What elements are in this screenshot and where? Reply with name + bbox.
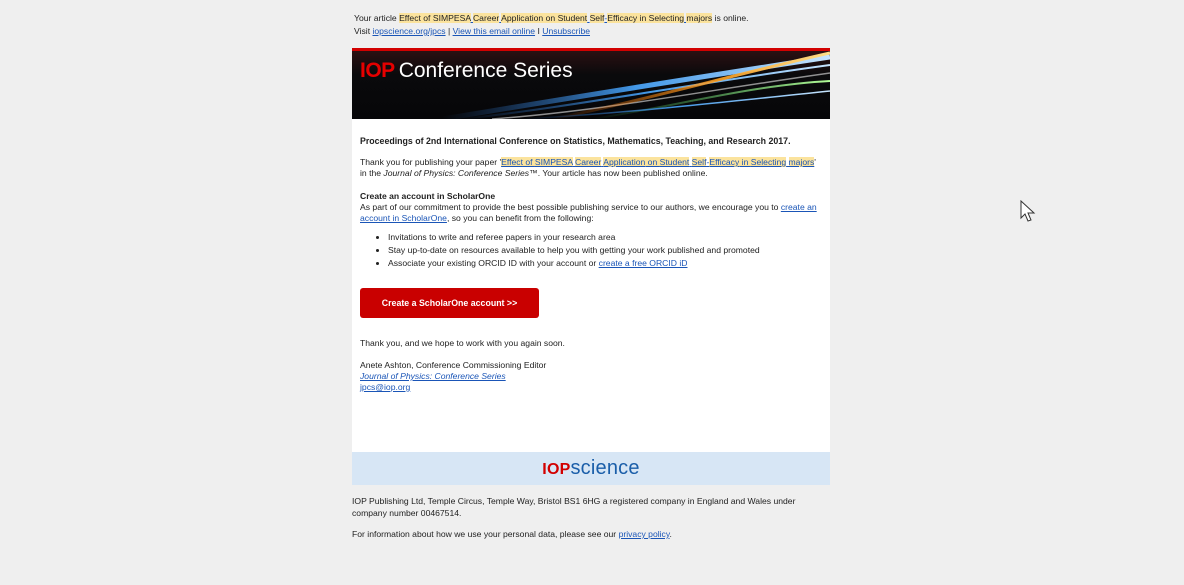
banner-title: IOP Conference Series — [360, 59, 573, 83]
visit-label: Visit — [354, 26, 373, 36]
highlighted-title-word[interactable]: Efficacy — [709, 157, 740, 167]
highlighted-title-word: majors — [686, 13, 713, 23]
list-item: Associate your existing ORCID ID with yo… — [388, 258, 822, 269]
highlighted-title-word: Application — [501, 13, 544, 23]
signature-name: Anete Ashton, Conference Commissioning E… — [360, 360, 547, 370]
highlighted-title-word[interactable]: majors — [788, 157, 815, 167]
highlighted-title-word[interactable]: Self — [691, 157, 707, 167]
closing-text: Thank you, and we hope to work with you … — [360, 338, 565, 348]
highlighted-title-word: Effect — [399, 13, 421, 23]
section-text-prefix: As part of our commitment to provide the… — [360, 202, 781, 212]
mouse-pointer-icon — [1020, 200, 1036, 222]
scholarone-section-text: As part of our commitment to provide the… — [360, 202, 822, 224]
create-scholarone-account-button[interactable]: Create a ScholarOne account >> — [360, 288, 539, 318]
highlighted-title-word[interactable]: Application — [603, 157, 646, 167]
email-preheader: Your article Effect of SIMPESA Career Ap… — [352, 0, 830, 48]
orcid-item-text: Associate your existing ORCID ID with yo… — [388, 258, 599, 268]
publication-message: Thank you for publishing your paper 'Eff… — [360, 157, 822, 179]
signature-block: Anete Ashton, Conference Commissioning E… — [360, 360, 822, 393]
link-separator: | — [445, 26, 453, 36]
email-viewer-page: Your article Effect of SIMPESA Career Ap… — [0, 0, 1184, 585]
create-orcid-link[interactable]: create a free ORCID iD — [599, 258, 688, 268]
highlighted-title-word: on — [543, 13, 558, 23]
iop-logo-text: IOP — [360, 59, 395, 82]
highlighted-title-word[interactable]: Effect — [501, 157, 523, 167]
preheader-suffix: is online. — [712, 13, 749, 23]
highlighted-title-word[interactable]: Selecting — [750, 157, 787, 167]
highlighted-title-word[interactable]: of — [522, 157, 535, 167]
view-online-link[interactable]: View this email online — [453, 26, 535, 36]
email-content: Proceedings of 2nd International Confere… — [352, 119, 830, 452]
privacy-policy-link[interactable]: privacy policy — [619, 529, 670, 539]
iop-logo-rest: science — [570, 457, 640, 479]
highlighted-title-word[interactable]: Student — [659, 157, 690, 167]
privacy-notice: For information about how we use your pe… — [352, 528, 830, 540]
iopscience-journal-link[interactable]: iopscience.org/jpcs — [372, 26, 445, 36]
highlighted-title-word[interactable]: in — [739, 157, 751, 167]
highlighted-title-word: SIMPESA — [432, 13, 471, 23]
email-footer: IOP Publishing Ltd, Temple Circus, Templ… — [352, 485, 830, 540]
highlighted-title-word: Efficacy — [607, 13, 638, 23]
highlighted-title-word[interactable]: Career — [575, 157, 602, 167]
highlighted-title-word: Self — [589, 13, 605, 23]
highlighted-title-word: in — [637, 13, 649, 23]
thanks-suffix: ™. Your article has now been published o… — [529, 168, 708, 178]
highlighted-title-word: Selecting — [648, 13, 685, 23]
highlighted-title-word: Student — [557, 13, 588, 23]
list-item: Invitations to write and referee papers … — [388, 232, 822, 243]
iopscience-footer-band: IOPscience — [352, 452, 830, 485]
benefits-list: Invitations to write and referee papers … — [360, 232, 822, 269]
editor-email-link[interactable]: jpcs@iop.org — [360, 382, 410, 392]
company-info: IOP Publishing Ltd, Temple Circus, Templ… — [352, 496, 796, 518]
proceedings-heading: Proceedings of 2nd International Confere… — [360, 136, 791, 146]
conference-series-banner: IOP Conference Series — [352, 48, 830, 119]
preheader-prefix: Your article — [354, 13, 400, 23]
iopscience-logo[interactable]: IOPscience — [542, 457, 639, 479]
highlighted-title-word[interactable]: on — [645, 157, 660, 167]
highlighted-title-word[interactable]: SIMPESA — [534, 157, 573, 167]
preheader-line1: Your article Effect of SIMPESA Career Ap… — [354, 12, 830, 25]
journal-name: Journal of Physics: Conference Series — [383, 168, 530, 178]
email-body: Your article Effect of SIMPESA Career Ap… — [352, 0, 830, 549]
preheader-article-title: Effect of SIMPESA Career Application on … — [399, 13, 713, 23]
preheader-line2: Visit iopscience.org/jpcs | View this em… — [354, 25, 830, 38]
highlighted-title-word: Career — [472, 13, 500, 23]
highlighted-title-word: of — [420, 13, 433, 23]
scholarone-section-title: Create an account in ScholarOne — [360, 191, 496, 201]
thanks-prefix: Thank you for publishing your paper ' — [360, 157, 502, 167]
unsubscribe-link[interactable]: Unsubscribe — [542, 26, 590, 36]
privacy-prefix: For information about how we use your pe… — [352, 529, 619, 539]
banner-title-text: Conference Series — [398, 59, 573, 82]
iop-logo-brand: IOP — [542, 461, 571, 478]
section-text-suffix: , so you can benefit from the following: — [446, 213, 594, 223]
privacy-suffix: . — [669, 529, 672, 539]
list-item: Stay up-to-date on resources available t… — [388, 245, 822, 256]
paper-title: Effect of SIMPESA Career Application on … — [501, 157, 815, 167]
journal-link[interactable]: Journal of Physics: Conference Series — [360, 371, 506, 381]
